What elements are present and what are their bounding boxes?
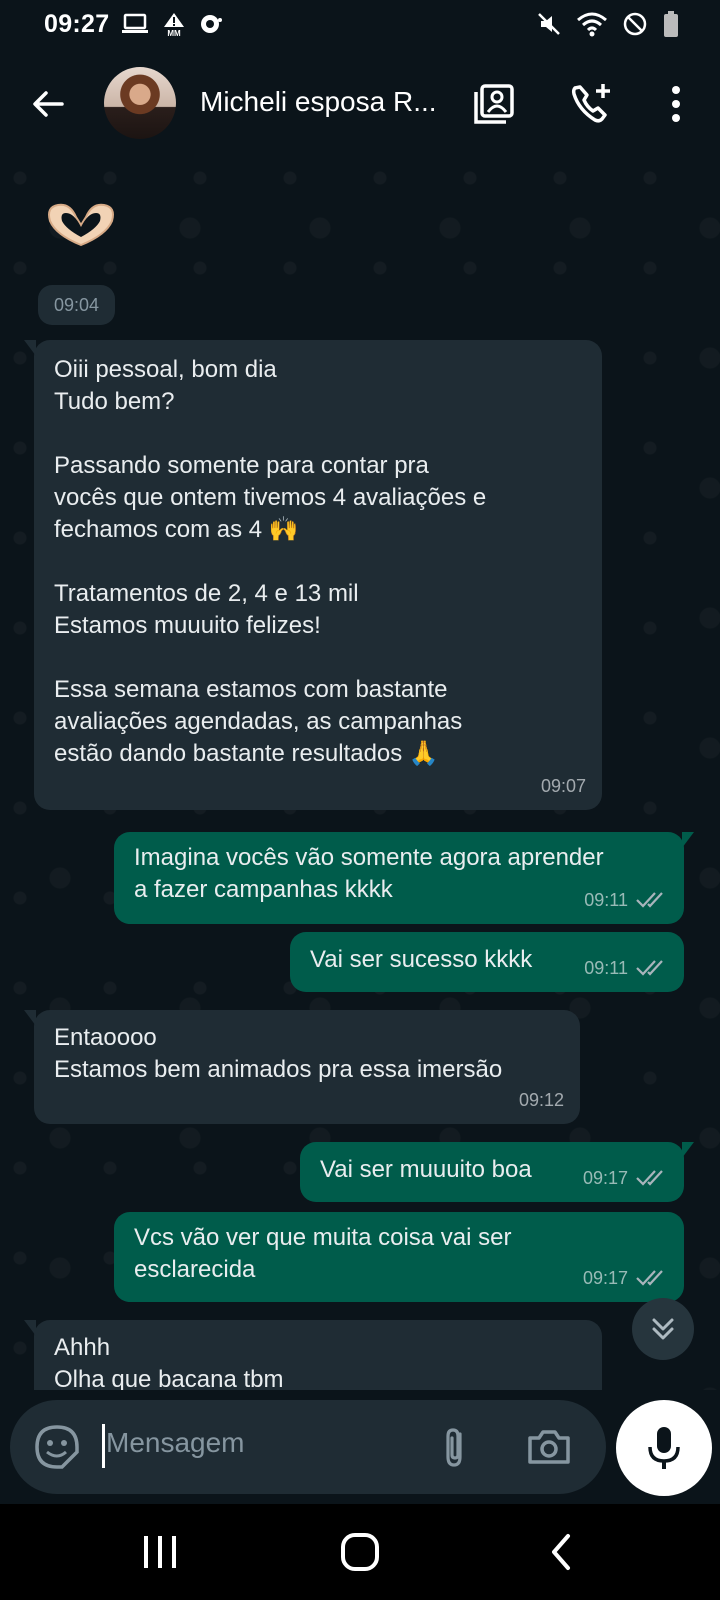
heart-hands-emoji bbox=[36, 195, 126, 255]
incoming-message[interactable]: Oiii pessoal, bom dia Tudo bem? Passando… bbox=[24, 340, 602, 810]
double-check-icon bbox=[636, 892, 663, 908]
attach-icon[interactable] bbox=[430, 1422, 480, 1472]
mic-button[interactable] bbox=[616, 1400, 712, 1496]
status-bar: 09:27 MM bbox=[0, 0, 720, 48]
more-vert-icon[interactable] bbox=[652, 80, 700, 128]
contact-name[interactable]: Micheli esposa R... bbox=[200, 86, 437, 118]
add-call-icon[interactable] bbox=[567, 80, 615, 128]
double-chevron-down-icon bbox=[652, 1318, 674, 1340]
message-time: 09:12 bbox=[518, 1090, 564, 1110]
message-time: 09:07 bbox=[540, 776, 586, 796]
back-icon[interactable] bbox=[540, 1530, 584, 1574]
outgoing-message[interactable]: Vcs vão ver que muita coisa vai ser escl… bbox=[114, 1212, 684, 1302]
message-text: Entaoooo Estamos bem animados pra essa i… bbox=[54, 1024, 503, 1083]
message-input[interactable]: Mensagem bbox=[106, 1427, 245, 1459]
incoming-message[interactable]: Entaoooo Estamos bem animados pra essa i… bbox=[24, 1010, 580, 1124]
double-check-icon bbox=[636, 1270, 663, 1286]
message-composer: Mensagem bbox=[10, 1400, 606, 1494]
text-caret bbox=[102, 1424, 105, 1468]
outgoing-message[interactable]: Vai ser muuuito boa 09:17 bbox=[300, 1142, 694, 1202]
back-arrow-icon[interactable] bbox=[28, 84, 68, 124]
do-not-disturb-icon bbox=[623, 12, 647, 36]
status-right-icons bbox=[536, 10, 680, 38]
status-time: 09:27 bbox=[44, 9, 110, 38]
avatar[interactable] bbox=[104, 67, 176, 139]
time-chip: 09:04 bbox=[38, 285, 116, 325]
chat-area[interactable]: 09:04 Oiii pessoal, bom dia Tudo bem? Pa… bbox=[0, 158, 720, 1390]
outgoing-message[interactable]: Vai ser sucesso kkkk 09:11 bbox=[290, 932, 684, 992]
message-time: 09:11 bbox=[584, 890, 628, 910]
message-time: 09:17 bbox=[582, 1168, 628, 1188]
mic-icon bbox=[648, 1427, 680, 1469]
double-check-icon bbox=[636, 960, 663, 976]
home-icon[interactable] bbox=[338, 1530, 382, 1574]
chat-dot-icon bbox=[201, 15, 223, 33]
battery-icon bbox=[664, 11, 678, 37]
message-time: 09:11 bbox=[584, 958, 628, 978]
status-left-icons: MM bbox=[121, 11, 223, 37]
sticker-icon[interactable] bbox=[32, 1422, 82, 1472]
alert-mm-icon: MM bbox=[164, 13, 185, 37]
scroll-to-bottom-button[interactable] bbox=[632, 1298, 694, 1360]
wifi-icon bbox=[577, 12, 607, 37]
system-nav-bar bbox=[0, 1504, 720, 1600]
message-time: 09:17 bbox=[582, 1268, 628, 1288]
recents-icon[interactable] bbox=[138, 1530, 182, 1574]
incoming-message[interactable]: Ahhh Olha que bacana tbm bbox=[24, 1320, 602, 1390]
contact-card-icon[interactable] bbox=[472, 80, 520, 128]
camera-icon[interactable] bbox=[524, 1422, 574, 1472]
chat-header: Micheli esposa R... bbox=[0, 48, 720, 158]
message-text: Ahhh Olha que bacana tbm bbox=[54, 1334, 284, 1390]
message-text: Oiii pessoal, bom dia Tudo bem? Passando… bbox=[54, 356, 487, 767]
svg-text:MM: MM bbox=[168, 29, 182, 37]
laptop-icon bbox=[122, 13, 149, 33]
double-check-icon bbox=[636, 1170, 663, 1186]
outgoing-message[interactable]: Imagina vocês vão somente agora aprender… bbox=[114, 832, 694, 924]
mute-icon bbox=[538, 13, 560, 35]
